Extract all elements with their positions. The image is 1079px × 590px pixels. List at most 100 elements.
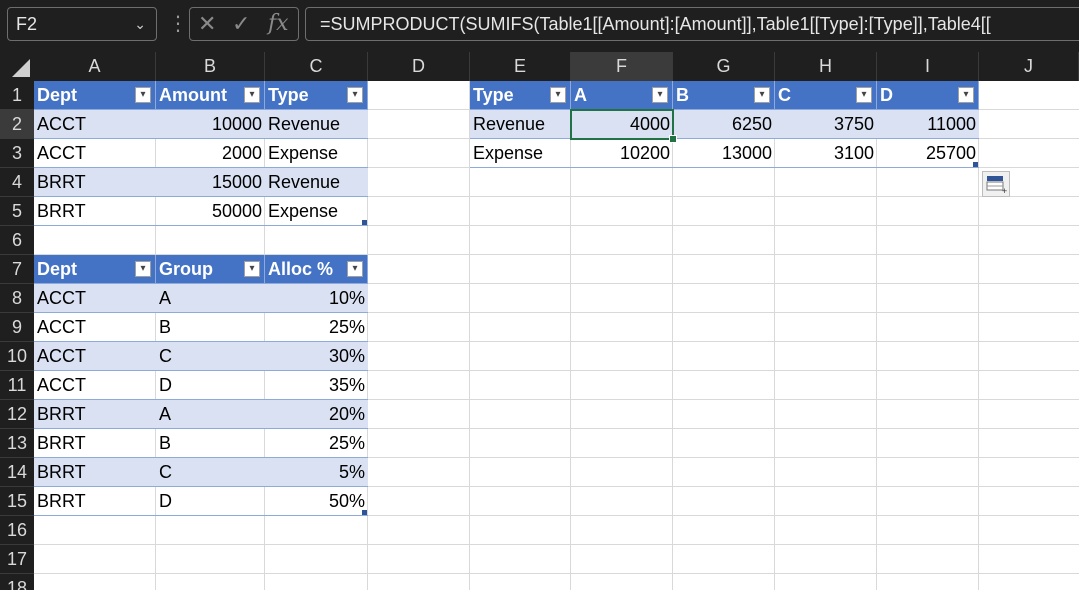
table-resize-handle[interactable] bbox=[362, 510, 367, 515]
table2-cell[interactable]: ACCT bbox=[34, 342, 156, 371]
table2-header-cell[interactable]: Dept ▾ bbox=[34, 255, 156, 284]
check-icon[interactable]: ✓ bbox=[232, 8, 250, 40]
table4-cell[interactable]: Expense bbox=[470, 139, 571, 168]
column-header-a[interactable]: A bbox=[34, 52, 156, 81]
table4-cell[interactable]: 11000 bbox=[877, 110, 979, 139]
table2-cell[interactable]: B bbox=[156, 313, 265, 342]
row-header-6[interactable]: 6 bbox=[0, 226, 34, 255]
column-header-d[interactable]: D bbox=[368, 52, 470, 81]
row-header-11[interactable]: 11 bbox=[0, 371, 34, 400]
table1-cell[interactable]: Revenue bbox=[265, 110, 368, 139]
filter-dropdown-icon[interactable]: ▾ bbox=[754, 87, 770, 103]
select-all-corner[interactable] bbox=[0, 52, 34, 81]
table4-cell[interactable]: 13000 bbox=[673, 139, 775, 168]
table1-cell[interactable]: 10000 bbox=[156, 110, 265, 139]
table1-cell[interactable]: BRRT bbox=[34, 197, 156, 226]
column-header-e[interactable]: E bbox=[470, 52, 571, 81]
table2-cell[interactable]: BRRT bbox=[34, 458, 156, 487]
fx-icon[interactable]: fx bbox=[268, 8, 289, 40]
table4-header-cell[interactable]: Type ▾ bbox=[470, 81, 571, 110]
table1-header-cell[interactable]: Amount ▾ bbox=[156, 81, 265, 110]
filter-dropdown-icon[interactable]: ▾ bbox=[550, 87, 566, 103]
table2-cell[interactable]: D bbox=[156, 487, 265, 516]
row-header-8[interactable]: 8 bbox=[0, 284, 34, 313]
table4-cell[interactable]: 10200 bbox=[571, 139, 673, 168]
table2-cell[interactable]: 50% bbox=[265, 487, 368, 516]
filter-dropdown-icon[interactable]: ▾ bbox=[135, 261, 151, 277]
table2-cell[interactable]: C bbox=[156, 342, 265, 371]
table1-cell[interactable]: BRRT bbox=[34, 168, 156, 197]
column-header-c[interactable]: C bbox=[265, 52, 368, 81]
table2-cell[interactable]: ACCT bbox=[34, 284, 156, 313]
table4-header-cell[interactable]: C ▾ bbox=[775, 81, 877, 110]
table2-cell[interactable]: 5% bbox=[265, 458, 368, 487]
row-header-7[interactable]: 7 bbox=[0, 255, 34, 284]
table2-cell[interactable]: ACCT bbox=[34, 371, 156, 400]
row-header-1[interactable]: 1 bbox=[0, 81, 34, 110]
fill-handle[interactable] bbox=[669, 135, 677, 143]
table2-cell[interactable]: 35% bbox=[265, 371, 368, 400]
row-header-10[interactable]: 10 bbox=[0, 342, 34, 371]
table1-header-cell[interactable]: Dept ▾ bbox=[34, 81, 156, 110]
table2-cell[interactable]: 20% bbox=[265, 400, 368, 429]
table2-cell[interactable]: B bbox=[156, 429, 265, 458]
column-header-j[interactable]: J bbox=[979, 52, 1079, 81]
x-icon[interactable]: ✕ bbox=[198, 8, 216, 40]
table1-cell[interactable]: Expense bbox=[265, 197, 368, 226]
worksheet-grid[interactable]: A B C D E F G H I J 1 2 3 4 5 6 7 8 9 10 11 12 13 14 15 16 17 18 Dep… bbox=[0, 52, 1079, 590]
table4-cell[interactable]: 3100 bbox=[775, 139, 877, 168]
table2-cell[interactable]: A bbox=[156, 284, 265, 313]
table1-header-cell[interactable]: Type ▾ bbox=[265, 81, 368, 110]
row-header-15[interactable]: 15 bbox=[0, 487, 34, 516]
table2-cell[interactable]: A bbox=[156, 400, 265, 429]
filter-dropdown-icon[interactable]: ▾ bbox=[244, 87, 260, 103]
row-header-18[interactable]: 18 bbox=[0, 574, 34, 590]
name-box[interactable]: F2 ⌄ bbox=[7, 7, 157, 41]
table1-cell[interactable]: 15000 bbox=[156, 168, 265, 197]
filter-dropdown-icon[interactable]: ▾ bbox=[856, 87, 872, 103]
row-header-5[interactable]: 5 bbox=[0, 197, 34, 226]
table2-cell[interactable]: 25% bbox=[265, 429, 368, 458]
table4-header-cell[interactable]: B ▾ bbox=[673, 81, 775, 110]
table1-cell[interactable]: ACCT bbox=[34, 139, 156, 168]
table1-cell[interactable]: Expense bbox=[265, 139, 368, 168]
table4-cell[interactable]: Revenue bbox=[470, 110, 571, 139]
table2-cell[interactable]: BRRT bbox=[34, 487, 156, 516]
table4-cell[interactable]: 3750 bbox=[775, 110, 877, 139]
row-header-9[interactable]: 9 bbox=[0, 313, 34, 342]
table4-header-cell[interactable]: A ▾ bbox=[571, 81, 673, 110]
table2-header-cell[interactable]: Alloc % ▾ bbox=[265, 255, 368, 284]
table1-cell[interactable]: 50000 bbox=[156, 197, 265, 226]
column-header-i[interactable]: I bbox=[877, 52, 979, 81]
table2-cell[interactable]: 25% bbox=[265, 313, 368, 342]
table1-cell[interactable]: 2000 bbox=[156, 139, 265, 168]
table2-cell[interactable]: C bbox=[156, 458, 265, 487]
row-header-17[interactable]: 17 bbox=[0, 545, 34, 574]
row-header-2[interactable]: 2 bbox=[0, 110, 34, 139]
row-header-4[interactable]: 4 bbox=[0, 168, 34, 197]
row-header-3[interactable]: 3 bbox=[0, 139, 34, 168]
table1-cell[interactable]: Revenue bbox=[265, 168, 368, 197]
row-header-12[interactable]: 12 bbox=[0, 400, 34, 429]
filter-dropdown-icon[interactable]: ▾ bbox=[958, 87, 974, 103]
column-header-g[interactable]: G bbox=[673, 52, 775, 81]
table-resize-handle[interactable] bbox=[973, 162, 978, 167]
table4-cell[interactable]: 25700 bbox=[877, 139, 979, 168]
table2-cell[interactable]: 30% bbox=[265, 342, 368, 371]
table2-cell[interactable]: BRRT bbox=[34, 400, 156, 429]
table4-header-cell[interactable]: D ▾ bbox=[877, 81, 979, 110]
table4-cell[interactable]: 6250 bbox=[673, 110, 775, 139]
row-header-13[interactable]: 13 bbox=[0, 429, 34, 458]
column-header-f[interactable]: F bbox=[571, 52, 673, 81]
formula-input[interactable]: =SUMPRODUCT(SUMIFS(Table1[[Amount]:[Amou… bbox=[305, 7, 1079, 41]
row-header-16[interactable]: 16 bbox=[0, 516, 34, 545]
table2-header-cell[interactable]: Group ▾ bbox=[156, 255, 265, 284]
table2-cell[interactable]: D bbox=[156, 371, 265, 400]
filter-dropdown-icon[interactable]: ▾ bbox=[347, 87, 363, 103]
filter-dropdown-icon[interactable]: ▾ bbox=[652, 87, 668, 103]
table2-cell[interactable]: 10% bbox=[265, 284, 368, 313]
filter-dropdown-icon[interactable]: ▾ bbox=[347, 261, 363, 277]
column-header-b[interactable]: B bbox=[156, 52, 265, 81]
table1-cell[interactable]: ACCT bbox=[34, 110, 156, 139]
filter-dropdown-icon[interactable]: ▾ bbox=[244, 261, 260, 277]
